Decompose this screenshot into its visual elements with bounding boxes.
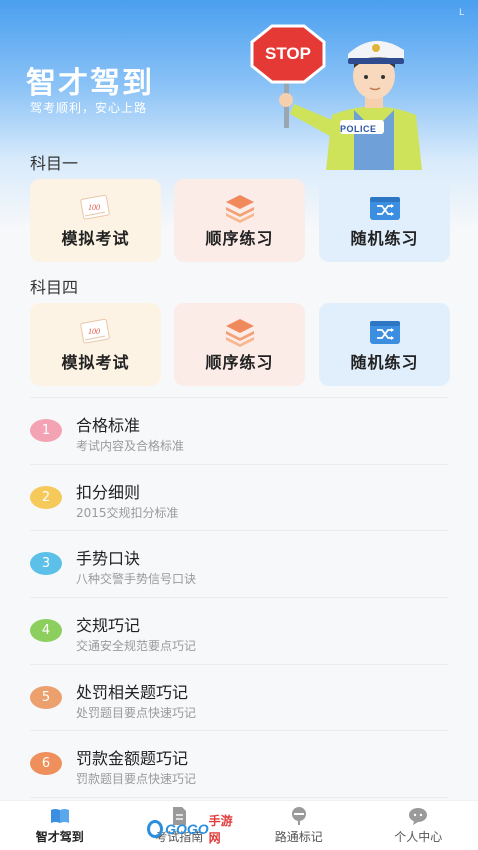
list-item-subtitle: 2015交规扣分标准 [76,505,179,520]
list-item-title: 扣分细则 [76,482,141,502]
app-title: 智才驾到 [26,66,154,101]
list-item-title: 手势口诀 [76,549,141,569]
list-item-title: 合格标准 [76,416,141,435]
chat-user-icon [409,808,428,825]
list-item-title: 处罚相关题巧记 [76,682,189,702]
subject1-random-practice-card[interactable]: 随机练习 [319,179,450,262]
book-icon [50,809,69,823]
list-number-badge: 4 [30,619,62,643]
card-label: 模拟考试 [61,353,130,372]
list-item-traffic-rules-tips[interactable]: 4 交规巧记 交通安全规范要点巧记 [30,598,448,665]
card-label: 顺序练习 [205,353,274,372]
police-badge-text: POLICE [340,124,377,134]
list-item-title: 交规巧记 [76,616,141,636]
bottom-nav: 智才驾到 考试指南 路通标记 个人中心 [0,800,478,850]
list-item-subtitle: 考试内容及合格标准 [76,439,185,453]
layers-icon [225,319,254,347]
list-item-subtitle: 处罚题目要点快速巧记 [76,705,197,720]
subject1-sequential-practice-card[interactable]: 顺序练习 [174,179,305,262]
app-slogan: 驾考顺利，安心上路 [30,101,148,115]
exam-score-mark: 100 [88,203,100,212]
stop-sign-text: STOP [265,44,311,63]
list-item-title: 罚款金额题巧记 [76,749,189,769]
subject4-sequential-practice-card[interactable]: 顺序练习 [174,303,305,386]
nav-tab-road-signs[interactable]: 路通标记 [239,801,359,850]
subject4-title: 科目四 [30,278,79,297]
list-item-fine-amount-tips[interactable]: 6 罚款金额题巧记 罚款题目要点快速巧记 [30,731,448,799]
road-sign-icon [291,807,306,825]
subject4-mock-exam-card[interactable]: 100 模拟考试 [30,303,161,386]
watermark-ring-icon [147,820,164,838]
nav-tab-home[interactable]: 智才驾到 [0,801,120,850]
list-number-badge: 2 [30,485,62,509]
list-item-hand-signals[interactable]: 3 手势口诀 八种交警手势信号口诀 [30,531,448,599]
list-number-badge: 6 [30,752,62,776]
list-item-penalty-tips[interactable]: 5 处罚相关题巧记 处罚题目要点快速巧记 [30,665,448,732]
list-item-subtitle: 八种交警手势信号口诀 [76,572,197,587]
watermark-cn: 手游网 [208,814,233,845]
tips-list: 1 合格标准 考试内容及合格标准 2 扣分细则 2015交规扣分标准 3 手势口… [30,397,448,799]
exam-paper-icon: 100 [79,318,110,344]
list-item-passing-standard[interactable]: 1 合格标准 考试内容及合格标准 [30,398,448,465]
list-number-badge: 1 [30,419,62,442]
list-item-deduction-rules[interactable]: 2 扣分细则 2015交规扣分标准 [30,465,448,532]
nav-label: 路通标记 [274,830,323,844]
watermark-logo: GOGO 手游网 [147,814,239,845]
card-label: 随机练习 [350,229,419,248]
nav-label: 智才驾到 [35,830,84,844]
card-label: 顺序练习 [205,229,274,248]
subject1-title: 科目一 [30,154,79,173]
shuffle-icon [369,197,400,220]
exam-paper-icon: 100 [79,194,110,220]
nav-label: 个人中心 [394,830,443,844]
traffic-police-illustration: STOP POLICE [244,20,444,170]
nav-tab-profile[interactable]: 个人中心 [359,801,478,850]
subject4-random-practice-card[interactable]: 随机练习 [319,303,450,386]
status-indicator: L [458,8,464,18]
shuffle-icon [369,321,400,344]
list-number-badge: 5 [30,685,62,709]
subject1-mock-exam-card[interactable]: 100 模拟考试 [30,179,161,262]
card-label: 模拟考试 [61,229,130,248]
list-item-subtitle: 罚款题目要点快速巧记 [76,772,197,787]
card-label: 随机练习 [350,353,419,372]
layers-icon [225,195,254,223]
watermark-latin: GOGO [165,821,209,837]
exam-score-mark: 100 [88,327,100,336]
list-item-subtitle: 交通安全规范要点巧记 [76,639,197,654]
list-number-badge: 3 [30,552,62,576]
